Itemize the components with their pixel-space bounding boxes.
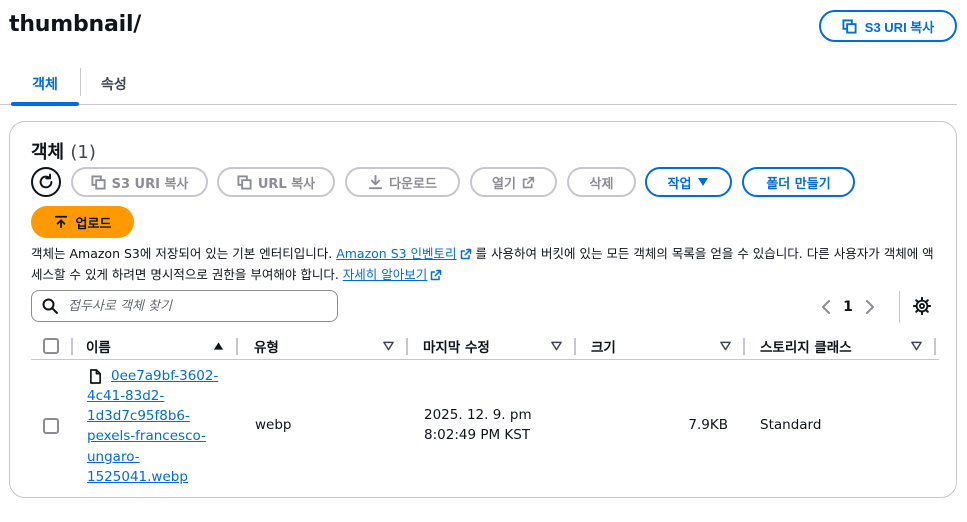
sort-ascending-icon[interactable] (213, 341, 224, 351)
object-name-line: ungaro- (87, 448, 140, 465)
search-box[interactable] (31, 290, 338, 322)
object-name-line: 4c41-83d2- (87, 388, 165, 404)
upload-icon (54, 215, 67, 229)
column-separator (934, 338, 936, 355)
download-icon (369, 174, 383, 189)
checkbox-box (43, 338, 59, 354)
copy-s3-uri-toolbar-label: S3 URI 복사 (111, 176, 189, 192)
tab-bar: 객체 속성 (0, 64, 957, 106)
delete-button[interactable]: 삭제 (567, 167, 636, 197)
table-header: 이름 유형 마지막 수정 크기 스토리지 클래스 (31, 334, 939, 360)
copy-icon (237, 174, 252, 190)
sort-icon[interactable] (720, 341, 731, 351)
refresh-button[interactable] (31, 167, 61, 197)
last-modified-time: 8:02:49 PM KST (424, 427, 531, 443)
objects-panel-header: 객체 (1) (31, 138, 96, 164)
actions-dropdown-button[interactable]: 작업 (645, 167, 732, 197)
search-icon (42, 298, 58, 314)
inventory-link[interactable]: Amazon S3 인벤토리 (336, 246, 471, 261)
download-button[interactable]: 다운로드 (345, 167, 460, 197)
select-all-checkbox[interactable] (43, 334, 59, 358)
external-link-icon (522, 176, 535, 188)
object-size: 7.9KB (688, 417, 728, 433)
previous-page-button[interactable] (815, 294, 837, 320)
sort-icon[interactable] (551, 341, 562, 351)
table-row: 0ee7a9bf-3602- 4c41-83d2- 1d3d7c95f8b6- … (31, 360, 939, 492)
search-input[interactable] (68, 298, 318, 314)
column-separator (574, 338, 576, 355)
upload-button[interactable]: 업로드 (31, 206, 134, 238)
copy-icon (91, 174, 106, 190)
open-button[interactable]: 열기 (470, 167, 557, 197)
object-storage-class: Standard (760, 417, 822, 433)
delete-label: 삭제 (589, 176, 614, 192)
object-name-link-continued[interactable]: 4c41-83d2- 1d3d7c95f8b6- pexels-francesc… (87, 386, 257, 487)
tab-divider (80, 68, 81, 96)
copy-s3-uri-button[interactable]: S3 URI 복사 (819, 10, 957, 42)
create-folder-label: 폴더 만들기 (766, 176, 831, 192)
object-name-line: 1525041.webp (87, 468, 188, 485)
upload-label: 업로드 (75, 216, 112, 232)
object-name-link[interactable]: 0ee7a9bf-3602- (111, 366, 218, 386)
last-modified-date: 2025. 12. 9. pm (424, 407, 532, 423)
actions-label: 작업 (667, 176, 692, 192)
page-title: thumbnail/ (9, 12, 142, 37)
caret-down-icon (698, 178, 709, 186)
object-type: webp (255, 417, 292, 433)
column-separator (236, 338, 238, 355)
open-label: 열기 (492, 176, 516, 192)
pagination-divider (899, 291, 900, 323)
pagination: 1 (815, 292, 881, 322)
download-label: 다운로드 (389, 176, 437, 192)
inventory-link-text: Amazon S3 인벤토리 (336, 246, 457, 261)
checkbox-box (43, 418, 59, 434)
current-page-number[interactable]: 1 (837, 299, 859, 315)
objects-title: 객체 (31, 142, 65, 163)
learn-more-link[interactable]: 자세히 알아보기 (343, 267, 442, 282)
column-header-size[interactable]: 크기 (591, 334, 616, 358)
sort-icon[interactable] (383, 341, 394, 351)
copy-s3-uri-toolbar-button[interactable]: S3 URI 복사 (71, 167, 208, 197)
object-name-line: 1d3d7c95f8b6- (87, 408, 190, 425)
column-header-storage-class[interactable]: 스토리지 클래스 (760, 334, 852, 358)
objects-panel: 객체 (1) S3 URI 복사 URL 복사 다운로드 열기 삭제 작업 폴더… (9, 121, 957, 498)
external-link-icon (431, 269, 442, 281)
copy-icon (842, 18, 857, 34)
description-text-1: 객체는 Amazon S3에 저장되어 있는 기본 엔터티입니다. (31, 246, 337, 261)
column-header-last-modified[interactable]: 마지막 수정 (423, 334, 490, 358)
objects-count: (1) (70, 142, 96, 163)
object-name-line: 0ee7a9bf-3602- (111, 368, 219, 384)
chevron-left-icon (822, 300, 830, 314)
tab-objects[interactable]: 객체 (11, 64, 79, 106)
copy-url-button[interactable]: URL 복사 (217, 167, 335, 197)
objects-description: 객체는 Amazon S3에 저장되어 있는 기본 엔터티입니다. Amazon… (31, 243, 941, 285)
learn-more-text: 자세히 알아보기 (342, 267, 428, 282)
refresh-icon (39, 173, 53, 189)
settings-gear-icon[interactable] (913, 297, 931, 315)
copy-s3-uri-label: S3 URI 복사 (864, 19, 935, 35)
tab-properties[interactable]: 속성 (101, 64, 127, 104)
external-link-icon (460, 248, 471, 260)
object-name-line: pexels-francesco- (87, 428, 206, 445)
chevron-right-icon (866, 300, 874, 314)
row-select-checkbox[interactable] (43, 418, 59, 434)
column-separator (406, 338, 408, 355)
next-page-button[interactable] (859, 294, 881, 320)
object-last-modified: 2025. 12. 9. pm 8:02:49 PM KST (424, 405, 532, 445)
column-header-name[interactable]: 이름 (86, 334, 111, 358)
copy-url-label: URL 복사 (257, 176, 316, 192)
column-separator (71, 338, 73, 355)
column-separator (743, 338, 745, 355)
column-header-type[interactable]: 유형 (254, 334, 279, 358)
sort-icon[interactable] (911, 341, 922, 351)
file-icon (90, 369, 101, 384)
create-folder-button[interactable]: 폴더 만들기 (742, 167, 855, 197)
